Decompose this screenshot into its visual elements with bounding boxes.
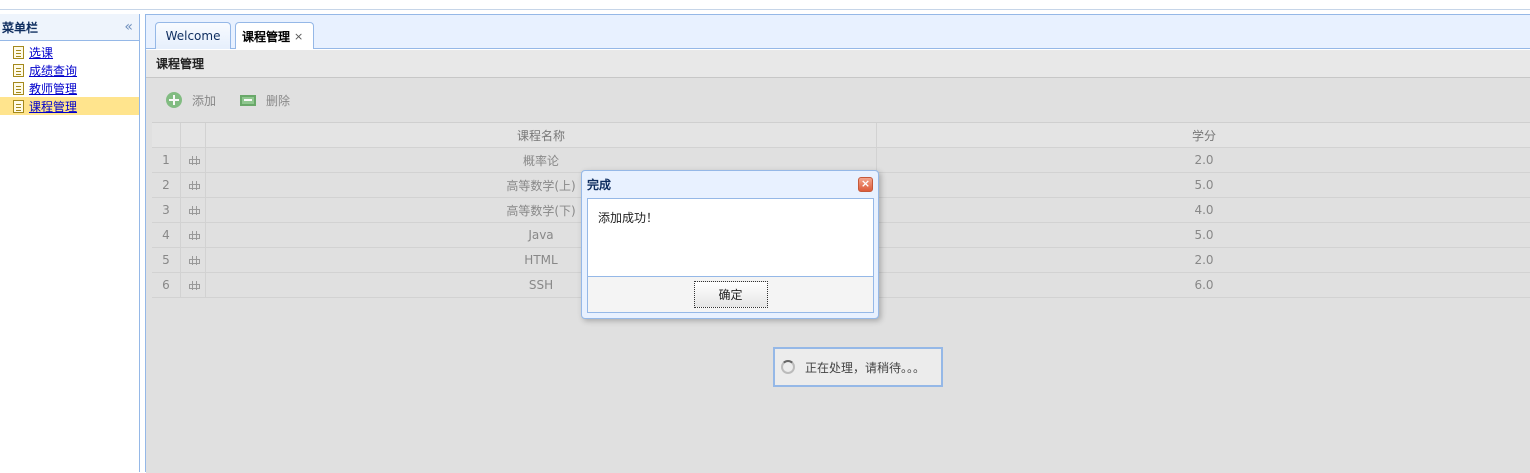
document-icon [13,99,24,113]
expand-header [181,123,206,147]
menu-header: 菜单栏 « [0,14,139,41]
add-button[interactable]: 添加 [166,92,216,109]
menu-list: 选课 成绩查询 教师管理 课程管理 [0,41,139,115]
loading-indicator: 正在处理，请稍待。。。 [773,347,943,387]
row-number: 6 [152,273,181,297]
sidebar-item-grade-query[interactable]: 成绩查询 [0,61,139,79]
column-header-credit[interactable]: 学分 [877,123,1530,147]
document-icon [13,81,24,95]
row-number: 4 [152,223,181,247]
credit-cell: 5.0 [1194,228,1214,242]
top-strip [0,0,1530,10]
credit-cell: 5.0 [1194,178,1214,192]
add-icon [166,92,182,108]
expand-icon[interactable] [188,280,200,290]
credit-cell: 6.0 [1194,278,1214,292]
sidebar-item-teacher-management[interactable]: 教师管理 [0,79,139,97]
tab-label: 课程管理 [242,29,291,44]
document-icon [13,45,24,59]
dialog-footer: 确定 [587,276,874,313]
sidebar-item-label[interactable]: 选课 [29,44,53,61]
delete-button-label: 删除 [266,93,291,108]
spinner-icon [781,360,795,374]
tab-course-management[interactable]: 课程管理 × [235,22,314,49]
expand-icon[interactable] [188,180,200,190]
sidebar-item-label[interactable]: 课程管理 [29,98,77,115]
sidebar-item-label[interactable]: 教师管理 [29,80,77,97]
tab-welcome[interactable]: Welcome [155,22,231,49]
sidebar-item-label[interactable]: 成绩查询 [29,62,77,79]
dialog-title: 完成 [587,177,612,192]
column-header-course-name[interactable]: 课程名称 [206,123,877,147]
sidebar-item-course-management[interactable]: 课程管理 [0,97,139,115]
menu-title: 菜单栏 [2,20,39,35]
close-icon[interactable]: × [858,176,873,192]
row-number: 5 [152,248,181,272]
collapse-icon[interactable]: « [124,19,133,35]
delete-button[interactable]: 删除 [240,92,290,109]
credit-cell: 2.0 [1194,253,1214,267]
add-button-label: 添加 [192,93,217,108]
credit-cell: 4.0 [1194,203,1214,217]
expand-icon[interactable] [188,255,200,265]
row-number: 1 [152,148,181,172]
expand-icon[interactable] [188,205,200,215]
panel-title: 课程管理 [146,50,1530,78]
tab-label: Welcome [165,29,221,43]
row-number: 2 [152,173,181,197]
dialog-message: 添加成功！ [587,198,874,276]
success-dialog: 完成 × 添加成功！ 确定 [581,170,879,319]
close-icon[interactable]: × [294,30,303,43]
course-name-cell: 概率论 [206,148,877,172]
expand-icon[interactable] [188,155,200,165]
table-header: 课程名称 学分 [152,123,1530,148]
sidebar-item-select-course[interactable]: 选课 [0,43,139,61]
loading-message: 正在处理，请稍待。。。 [805,360,926,375]
row-number-header [152,123,181,147]
tabs-bar: Welcome 课程管理 × [146,15,1530,49]
sidebar-menu: 菜单栏 « 选课 成绩查询 教师管理 课程管理 [0,14,140,472]
row-number: 3 [152,198,181,222]
credit-cell: 2.0 [1194,153,1214,167]
document-icon [13,63,24,77]
dialog-header: 完成 × [582,171,878,197]
remove-icon [240,94,257,106]
expand-icon[interactable] [188,230,200,240]
toolbar: 添加 删除 [146,78,1530,122]
ok-button[interactable]: 确定 [693,281,768,308]
